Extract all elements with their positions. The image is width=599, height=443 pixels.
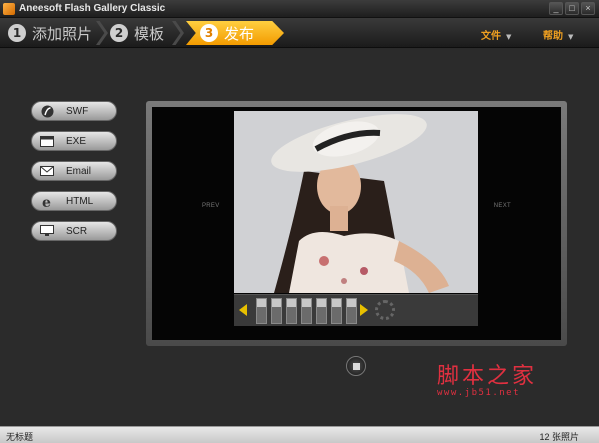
thumbnail[interactable] [301,298,312,324]
publish-email-button[interactable]: Email [31,161,117,181]
window-title: Aneesoft Flash Gallery Classic [19,3,166,14]
step-label: 添加照片 [32,24,93,43]
stop-icon [352,362,360,370]
preview-photo [234,111,478,293]
step-number: 1 [8,24,26,42]
scroll-left-icon[interactable] [239,304,247,316]
watermark: 脚本之家 www.jb51.net [437,358,537,398]
gear-icon[interactable] [375,300,395,320]
thumbnail-strip [234,294,478,326]
publish-label: EXE [66,135,87,147]
thumbnail[interactable] [346,298,357,324]
caret-down-icon: ▼ [506,33,512,41]
close-button[interactable]: × [581,2,595,15]
publish-html-button[interactable]: e HTML [31,191,117,211]
prev-link[interactable]: PREV [202,203,220,209]
menu-help-label: 帮助 [543,31,563,42]
preview-frame: PREV NEXT [146,101,567,346]
publish-label: HTML [66,195,94,207]
menu-file-label: 文件 [481,31,501,42]
status-project-name: 无标题 [6,432,34,442]
scroll-right-icon[interactable] [360,304,368,316]
thumbnail[interactable] [256,298,267,324]
preview-screen: PREV NEXT [152,107,561,340]
thumbnail[interactable] [286,298,297,324]
monitor-icon [40,225,54,237]
publish-label: SWF [66,105,89,117]
thumbnail[interactable] [331,298,342,324]
stop-button[interactable] [346,356,366,376]
status-photo-count: 12 张照片 [539,432,579,442]
step-label: 发布 [224,24,255,43]
publish-scr-button[interactable]: SCR [31,221,117,241]
thumbnail[interactable] [316,298,327,324]
thumbnail[interactable] [271,298,282,324]
step-number: 3 [200,24,218,42]
publish-swf-button[interactable]: SWF [31,101,117,121]
ie-icon: e [40,195,54,208]
minimize-button[interactable]: _ [549,2,563,15]
window-icon [40,135,54,147]
status-bar: 无标题 12 张照片 [0,426,599,443]
step-label: 模板 [134,24,165,43]
step-add-photos[interactable]: 1 添加照片 [8,21,92,45]
chevron-right-icon [172,21,184,45]
title-bar: Aneesoft Flash Gallery Classic _ □ × [0,0,599,18]
menu-file[interactable]: 文件 ▼ [481,27,511,42]
flash-icon [40,105,54,117]
caret-down-icon: ▼ [568,33,574,41]
next-link[interactable]: NEXT [494,203,511,209]
chevron-right-icon [96,21,108,45]
publish-exe-button[interactable]: EXE [31,131,117,151]
watermark-title: 脚本之家 [437,364,538,389]
envelope-icon [40,165,54,177]
publish-label: SCR [66,225,88,237]
step-number: 2 [110,24,128,42]
svg-text:e: e [42,195,51,208]
step-publish[interactable]: 3 发布 [186,21,284,45]
menu-help[interactable]: 帮助 ▼ [543,27,573,42]
app-icon [3,3,15,15]
maximize-button[interactable]: □ [565,2,579,15]
step-template[interactable]: 2 模板 [110,21,164,45]
publish-label: Email [66,165,92,177]
